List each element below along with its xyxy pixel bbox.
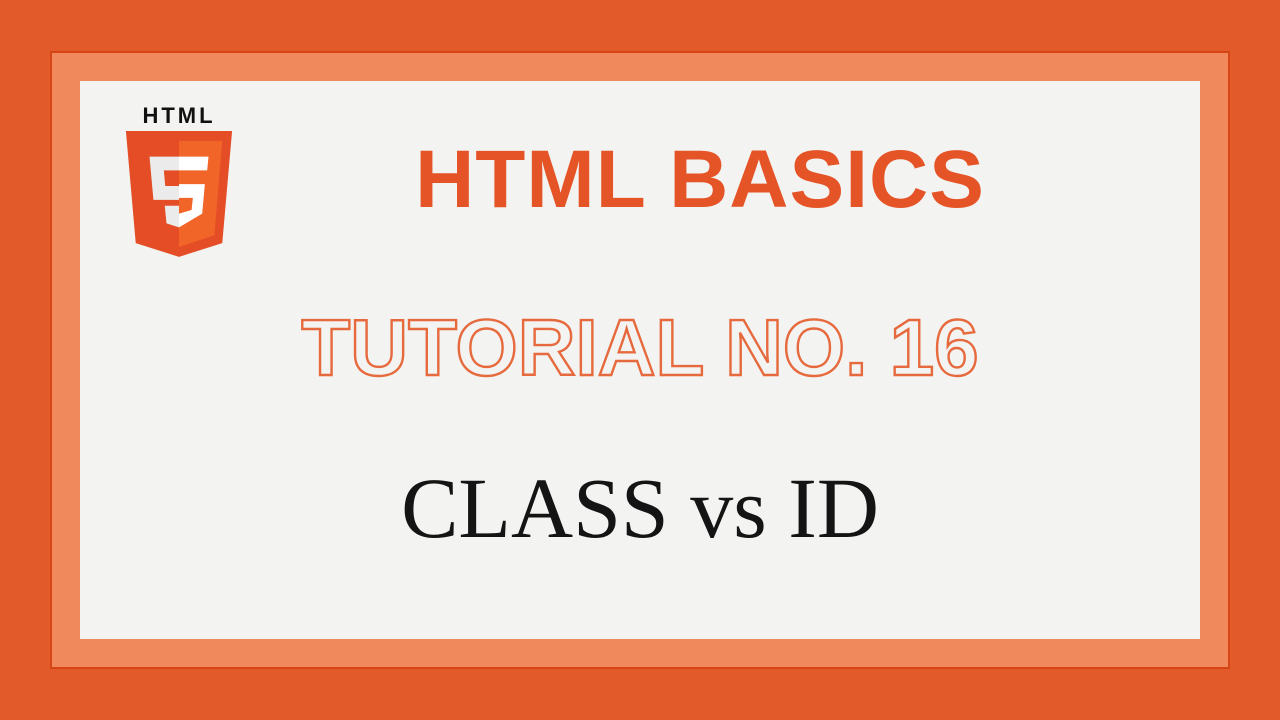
main-title: HTML BASICS	[240, 133, 1160, 227]
svg-text:TUTORIAL NO. 16: TUTORIAL NO. 16	[301, 303, 978, 392]
topic-text: CLASS vs ID	[120, 458, 1160, 558]
outer-frame: HTML 5 HTML BASICS TUTORIAL NO. 16 CLASS…	[50, 51, 1230, 669]
html5-shield-icon: 5	[120, 131, 238, 265]
html5-logo: HTML 5	[114, 103, 244, 265]
subtitle-text: TUTORIAL NO. 16	[190, 303, 1090, 395]
inner-panel: HTML 5 HTML BASICS TUTORIAL NO. 16 CLASS…	[80, 81, 1200, 639]
logo-label: HTML	[114, 103, 244, 129]
subtitle-row: TUTORIAL NO. 16	[120, 303, 1160, 400]
